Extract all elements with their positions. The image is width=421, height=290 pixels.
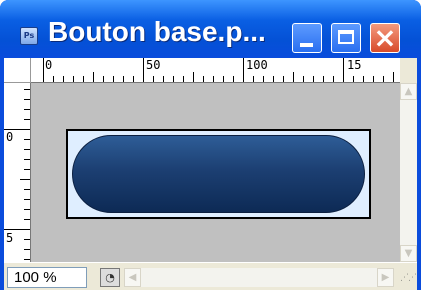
ruler-tick — [143, 58, 144, 82]
scroll-left-button[interactable]: ◀ — [124, 268, 141, 287]
ruler-tick — [173, 76, 174, 82]
canvas-area[interactable] — [31, 83, 400, 262]
minimize-button[interactable] — [292, 23, 322, 53]
ruler-tick — [353, 76, 354, 82]
ruler-tick — [363, 76, 364, 82]
ruler-label: 0 — [45, 58, 53, 72]
ruler-tick — [333, 76, 334, 82]
photoshop-icon[interactable]: Ps — [20, 27, 38, 45]
maximize-button[interactable] — [331, 23, 361, 53]
vertical-ruler[interactable]: 0 5 — [4, 83, 31, 262]
ruler-tick — [233, 76, 234, 82]
ruler-label: 5 — [6, 231, 14, 245]
rounded-button-shape — [72, 135, 365, 213]
close-icon: × — [373, 21, 397, 54]
ruler-tick — [24, 239, 30, 240]
ruler-tick — [123, 76, 124, 82]
horizontal-ruler[interactable]: 0 50 100 15 — [31, 58, 400, 83]
ruler-tick — [83, 76, 84, 82]
title-bar[interactable]: Ps Bouton base.p... × — [0, 0, 421, 58]
status-bar: 100 % ◔ ◀ ▶ ⋰⋰ — [4, 262, 417, 290]
ruler-tick — [24, 209, 30, 210]
ruler-tick — [253, 76, 254, 82]
vertical-scrollbar[interactable]: ▲ ▼ — [400, 83, 417, 262]
window-title: Bouton base.p... — [48, 16, 266, 47]
ruler-tick — [24, 99, 30, 100]
ruler-tick — [43, 58, 44, 82]
minimize-icon — [300, 43, 313, 47]
resize-grip-icon[interactable]: ⋰⋰ — [400, 273, 417, 287]
maximize-icon — [338, 30, 354, 44]
ruler-tick — [103, 76, 104, 82]
ruler-tick — [24, 169, 30, 170]
ruler-tick — [203, 76, 204, 82]
ruler-tick — [323, 76, 324, 82]
ruler-tick — [223, 76, 224, 82]
ruler-tick — [24, 89, 30, 90]
ruler-tick — [24, 249, 30, 250]
ruler-tick — [113, 76, 114, 82]
ruler-tick — [213, 76, 214, 82]
ruler-tick — [133, 76, 134, 82]
ruler-label: 0 — [6, 130, 14, 144]
ruler-tick — [93, 72, 94, 82]
ruler-tick — [24, 199, 30, 200]
ruler-tick — [24, 149, 30, 150]
ruler-tick — [343, 58, 344, 82]
ruler-tick — [283, 76, 284, 82]
document-info-icon[interactable]: ◔ — [100, 268, 120, 287]
document-client-area: 0 50 100 15 0 5 ▲ ▼ 100 % ◔ ◀ ▶ ⋰⋰ — [4, 58, 417, 290]
horizontal-scrollbar[interactable]: ◀ ▶ — [124, 268, 394, 287]
ruler-tick — [293, 72, 294, 82]
ruler-tick — [20, 179, 30, 180]
ruler-tick — [24, 219, 30, 220]
scroll-right-button[interactable]: ▶ — [377, 268, 394, 287]
ruler-tick — [53, 76, 54, 82]
ruler-tick — [63, 76, 64, 82]
close-button[interactable]: × — [370, 21, 400, 54]
ruler-tick — [24, 189, 30, 190]
ruler-tick — [24, 109, 30, 110]
scroll-down-button[interactable]: ▼ — [400, 245, 417, 262]
scroll-up-button[interactable]: ▲ — [400, 83, 417, 100]
ruler-tick — [153, 76, 154, 82]
document-canvas[interactable] — [66, 129, 371, 219]
ruler-label: 100 — [246, 58, 268, 72]
ruler-tick — [263, 76, 264, 82]
ruler-tick — [373, 76, 374, 82]
ruler-tick — [193, 72, 194, 82]
ruler-tick — [24, 139, 30, 140]
ruler-tick — [393, 72, 394, 82]
ruler-label: 50 — [146, 58, 161, 72]
ruler-tick — [24, 119, 30, 120]
ruler-tick — [24, 259, 30, 260]
ruler-tick — [163, 76, 164, 82]
ruler-origin[interactable] — [4, 58, 31, 83]
ruler-tick — [313, 76, 314, 82]
ruler-label: 15 — [347, 58, 362, 72]
ruler-tick — [4, 229, 30, 230]
ruler-tick — [383, 76, 384, 82]
ruler-tick — [243, 58, 244, 82]
ruler-tick — [73, 76, 74, 82]
document-window: Ps Bouton base.p... × 0 50 100 15 0 5 ▲ … — [0, 0, 421, 290]
ruler-tick — [303, 76, 304, 82]
ruler-tick — [273, 76, 274, 82]
ruler-tick — [183, 76, 184, 82]
ruler-tick — [24, 159, 30, 160]
ruler-tick — [4, 129, 30, 130]
zoom-field[interactable]: 100 % — [7, 267, 87, 288]
